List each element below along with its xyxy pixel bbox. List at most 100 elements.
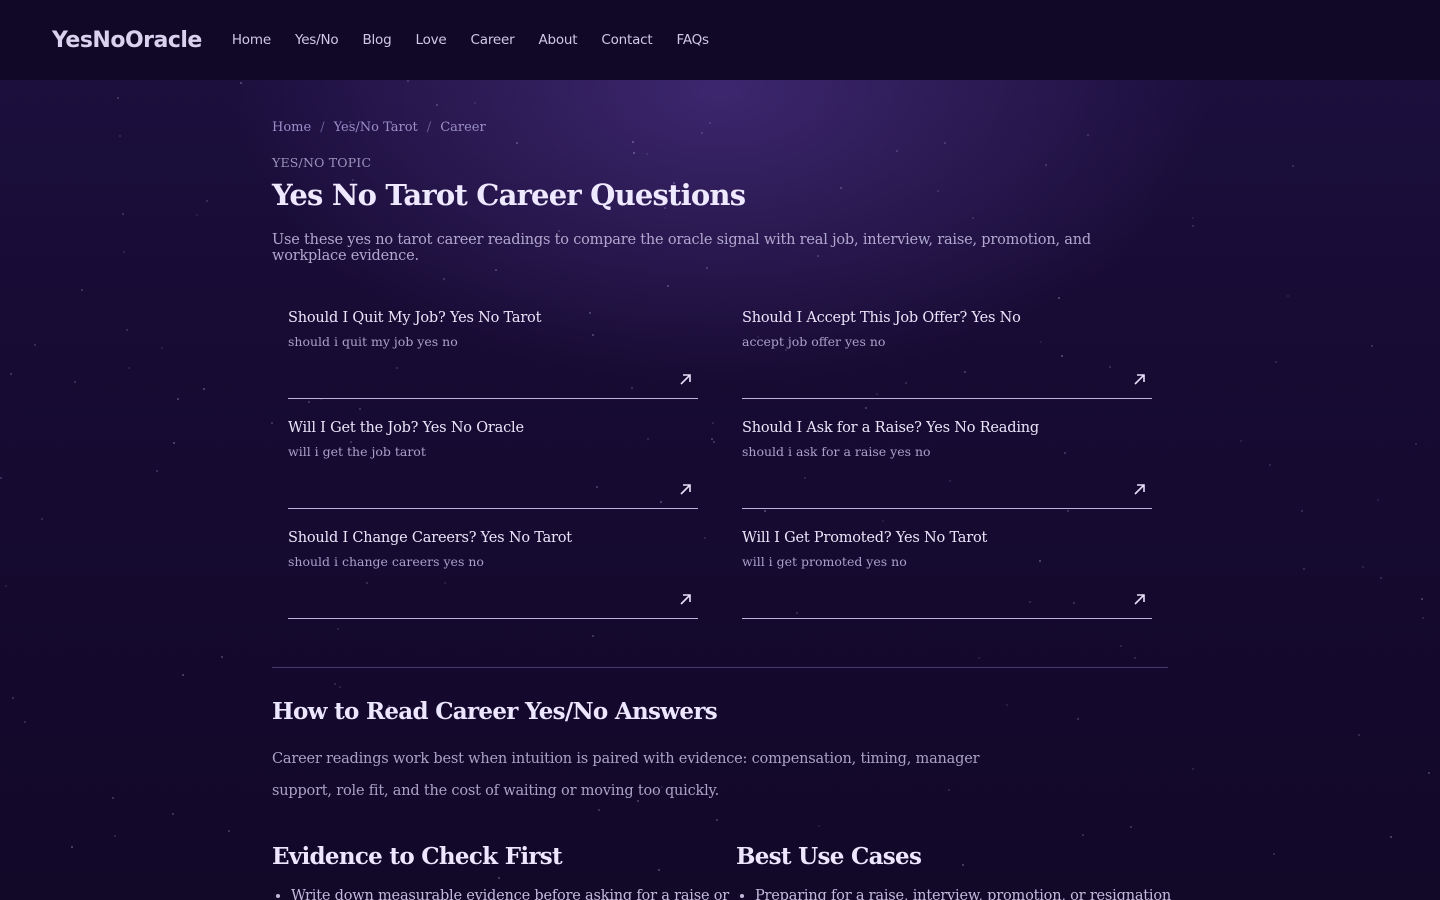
card-keyword: should i change careers yes no <box>288 554 484 569</box>
star-dot <box>1192 217 1194 219</box>
main-nav: Home Yes/No Blog Love Career About Conta… <box>232 32 733 48</box>
card-title: Will I Get the Job? Yes No Oracle <box>288 420 524 436</box>
star-dot <box>122 213 124 215</box>
arrow-up-right-icon <box>680 594 691 605</box>
site-logo[interactable]: YesNoOracle <box>52 28 202 53</box>
star-dot <box>1380 577 1382 579</box>
star-dot <box>203 388 205 390</box>
section-divider <box>272 667 1168 668</box>
star-dot <box>196 214 198 216</box>
info-columns: Evidence to Check First Write down measu… <box>272 843 1171 900</box>
star-dot <box>34 344 36 346</box>
question-card-ask-raise[interactable]: Should I Ask for a Raise? Yes No Reading… <box>742 420 1152 509</box>
nav-faqs[interactable]: FAQs <box>677 32 710 48</box>
star-dot <box>10 373 12 375</box>
star-dot <box>1371 345 1373 347</box>
card-keyword: should i quit my job yes no <box>288 334 458 349</box>
star-dot <box>1240 440 1242 442</box>
how-to-heading: How to Read Career Yes/No Answers <box>272 698 718 725</box>
star-dot <box>117 97 119 99</box>
card-keyword: accept job offer yes no <box>742 334 886 349</box>
breadcrumb-home[interactable]: Home <box>272 120 311 135</box>
page-title: Yes No Tarot Career Questions <box>272 178 746 212</box>
topic-eyebrow: Yes/No Topic <box>272 155 372 170</box>
star-dot <box>5 585 7 587</box>
question-card-accept-offer[interactable]: Should I Accept This Job Offer? Yes No a… <box>742 310 1152 399</box>
star-dot <box>1273 853 1275 855</box>
nav-contact[interactable]: Contact <box>601 32 652 48</box>
site-header: YesNoOracle Home Yes/No Blog Love Career… <box>0 0 1440 80</box>
arrow-up-right-icon <box>1134 594 1145 605</box>
main-content: Home / Yes/No Tarot / Career Yes/No Topi… <box>272 80 1171 900</box>
question-card-get-job[interactable]: Will I Get the Job? Yes No Oracle will i… <box>288 420 698 509</box>
star-dot <box>1390 836 1392 838</box>
star-dot <box>119 135 121 137</box>
arrow-up-right-icon <box>1134 484 1145 495</box>
star-dot <box>161 347 163 349</box>
breadcrumb-yes-no-tarot[interactable]: Yes/No Tarot <box>334 120 418 135</box>
arrow-up-right-icon <box>680 374 691 385</box>
star-dot <box>1292 165 1294 167</box>
nav-home[interactable]: Home <box>232 32 271 48</box>
star-dot <box>1192 768 1194 770</box>
star-dot <box>41 518 43 520</box>
star-dot <box>1362 566 1364 568</box>
star-dot <box>1421 598 1423 600</box>
breadcrumb-separator: / <box>320 120 325 135</box>
card-title: Should I Change Careers? Yes No Tarot <box>288 530 572 546</box>
card-keyword: should i ask for a raise yes no <box>742 444 931 459</box>
star-dot <box>1428 772 1430 774</box>
nav-love[interactable]: Love <box>415 32 446 48</box>
breadcrumb: Home / Yes/No Tarot / Career <box>272 120 1168 135</box>
star-dot <box>123 251 125 253</box>
question-card-quit-job[interactable]: Should I Quit My Job? Yes No Tarot shoul… <box>288 310 698 399</box>
star-dot <box>71 846 73 848</box>
evidence-section: Evidence to Check First Write down measu… <box>272 843 736 900</box>
breadcrumb-separator: / <box>426 120 432 135</box>
star-dot <box>12 697 14 699</box>
star-dot <box>1422 617 1424 619</box>
star-dot <box>0 477 2 479</box>
star-dot <box>1358 734 1360 736</box>
star-dot <box>1377 499 1379 501</box>
use-cases-section: Best Use Cases Preparing for a raise, in… <box>736 843 1171 900</box>
star-dot <box>1269 464 1271 466</box>
card-title: Should I Ask for a Raise? Yes No Reading <box>742 420 1039 436</box>
star-dot <box>24 721 26 723</box>
star-dot <box>173 442 175 444</box>
nav-career[interactable]: Career <box>471 32 515 48</box>
star-dot <box>206 200 208 202</box>
star-dot <box>1415 443 1417 445</box>
star-dot <box>1192 225 1194 227</box>
star-dot <box>128 367 130 369</box>
card-keyword: will i get the job tarot <box>288 444 426 459</box>
card-title: Should I Quit My Job? Yes No Tarot <box>288 310 542 326</box>
list-item: Write down measurable evidence before as… <box>291 888 736 900</box>
breadcrumb-career: Career <box>440 120 486 135</box>
question-card-grid: Should I Quit My Job? Yes No Tarot shoul… <box>272 310 1168 619</box>
star-dot <box>182 674 184 676</box>
nav-about[interactable]: About <box>538 32 577 48</box>
arrow-up-right-icon <box>1134 374 1145 385</box>
question-card-change-careers[interactable]: Should I Change Careers? Yes No Tarot sh… <box>288 530 698 619</box>
card-title: Will I Get Promoted? Yes No Tarot <box>742 530 988 546</box>
nav-yes-no[interactable]: Yes/No <box>295 32 339 48</box>
star-dot <box>172 813 174 815</box>
star-dot <box>156 470 158 472</box>
star-dot <box>112 797 114 799</box>
star-dot <box>228 830 230 832</box>
nav-blog[interactable]: Blog <box>362 32 391 48</box>
star-dot <box>74 381 76 383</box>
star-dot <box>240 82 242 84</box>
star-dot <box>1303 568 1305 570</box>
star-dot <box>81 289 83 291</box>
star-dot <box>1301 510 1303 512</box>
card-title: Should I Accept This Job Offer? Yes No <box>742 310 1021 326</box>
star-dot <box>177 398 179 400</box>
star-dot <box>114 835 116 837</box>
how-to-body: Career readings work best when intuition… <box>272 751 980 799</box>
question-card-get-promoted[interactable]: Will I Get Promoted? Yes No Tarot will i… <box>742 530 1152 619</box>
star-dot <box>126 329 128 331</box>
star-dot <box>221 656 223 658</box>
use-cases-heading: Best Use Cases <box>736 843 922 870</box>
